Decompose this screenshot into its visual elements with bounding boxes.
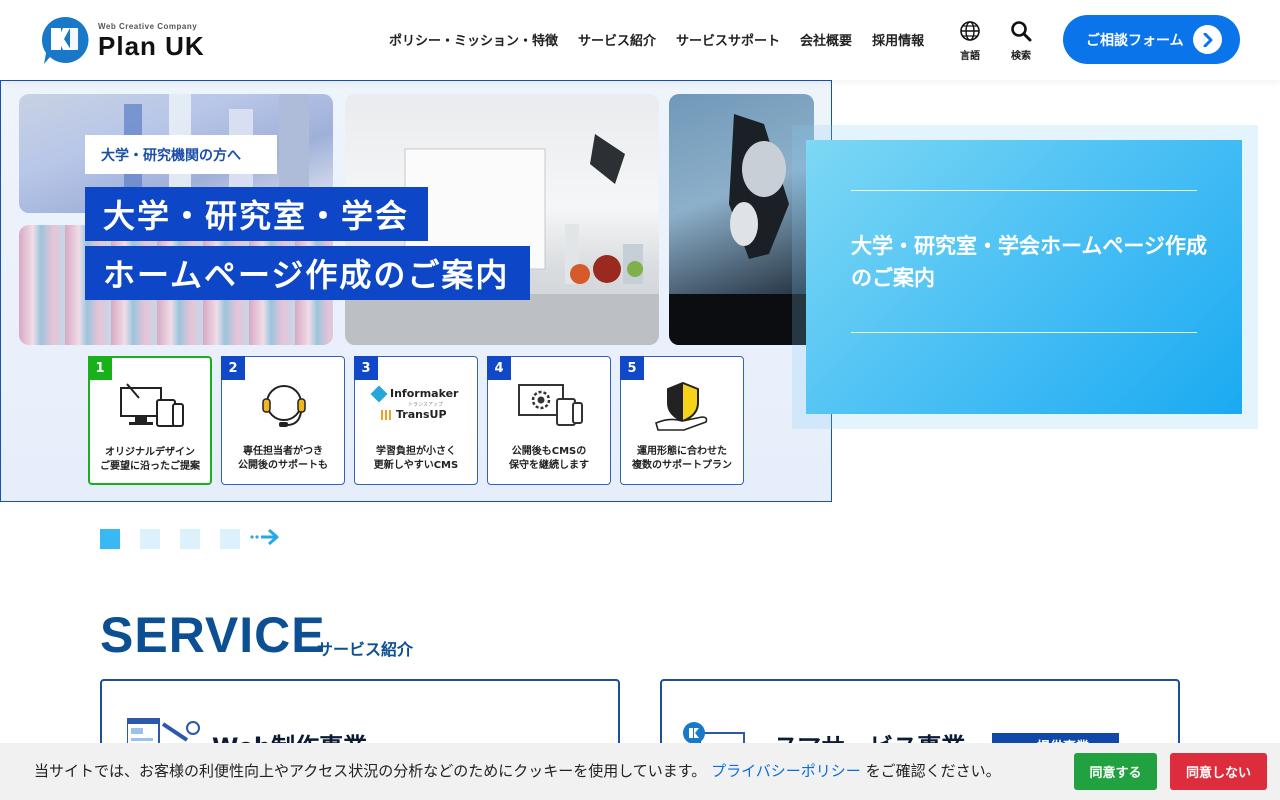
search-button[interactable]: 検索 (1001, 20, 1041, 62)
hero-slide[interactable]: 大学・研究機関の方へ 大学・研究室・学会 ホームページ作成のご案内 1 オリジナ… (0, 80, 832, 502)
divider (851, 332, 1197, 333)
service-section-title: SERVICE (100, 607, 326, 663)
site-logo[interactable]: Web Creative Company Plan UK (40, 15, 205, 65)
transup-logo-text: TransUP (396, 408, 447, 421)
cookie-agree-button[interactable]: 同意する (1074, 753, 1157, 790)
nav-item-recruit[interactable]: 採用情報 (872, 30, 924, 49)
slider-dot-4[interactable] (220, 529, 240, 549)
feature-text-line1: オリジナルデザイン (105, 447, 195, 458)
language-label: 言語 (960, 51, 980, 62)
feature-text-line2: 複数のサポートプラン (632, 460, 732, 471)
site-header: Web Creative Company Plan UK ポリシー・ミッション・… (0, 0, 1280, 80)
slider-next-button[interactable] (249, 527, 281, 551)
hero-title-line2: ホームページ作成のご案内 (85, 246, 530, 300)
informaker-logo-text: Informaker (390, 387, 459, 400)
cookie-text-after: をご確認ください。 (865, 762, 1001, 780)
logo-tagline: Web Creative Company (98, 21, 198, 31)
feature-text-line1: 公開後もCMSの (511, 446, 587, 457)
headset-icon (262, 385, 306, 427)
search-icon (1011, 21, 1032, 42)
privacy-policy-link[interactable]: プライバシーポリシー (711, 762, 861, 780)
feature-number: 5 (620, 356, 644, 380)
feature-card-5[interactable]: 5 運用形態に合わせた 複数のサポートプラン (620, 356, 744, 485)
contact-form-label: ご相談フォーム (1086, 32, 1184, 49)
main-nav: ポリシー・ミッション・特徴 サービス紹介 サービスサポート 会社概要 採用情報 (389, 30, 944, 49)
divider (851, 190, 1197, 191)
cms-logo-icon: Informaker トランスアップ TransUP (370, 385, 473, 421)
feature-text-line1: 専任担当者がつき (243, 446, 323, 457)
slider-pagination (100, 527, 281, 551)
cookie-text-before: 当サイトでは、お客様の利便性向上やアクセス状況の分析などのためにクッキーを使用し… (34, 762, 707, 780)
feature-card-1[interactable]: 1 オリジナルデザイン ご要望に沿ったご提案 (88, 356, 212, 485)
feature-number: 2 (221, 356, 245, 380)
arrow-right-icon (250, 528, 279, 546)
language-button[interactable]: 言語 (950, 20, 990, 62)
feature-text-line2: 保守を継続します (509, 460, 589, 471)
chevron-right-icon (1193, 25, 1222, 54)
shield-hand-icon (655, 381, 708, 431)
diamond-icon (370, 385, 388, 402)
slider-dot-1[interactable] (100, 529, 120, 549)
feature-text-line1: 学習負担が小さく (376, 446, 456, 457)
service-section-subtitle: サービス紹介 (317, 640, 414, 659)
slider-dot-3[interactable] (180, 529, 200, 549)
slide-caption-title: 大学・研究室・学会ホームページ作成のご案内 (851, 234, 1207, 290)
nav-item-services[interactable]: サービス紹介 (578, 30, 656, 49)
nav-item-company[interactable]: 会社概要 (800, 30, 852, 49)
feature-text-line2: ご要望に沿ったご提案 (100, 461, 200, 472)
feature-number: 3 (354, 356, 378, 380)
feature-card-3[interactable]: 3 Informaker トランスアップ TransUP 学習負担が小さく 更新し… (354, 356, 478, 485)
feature-text-line1: 運用形態に合わせた (637, 446, 727, 457)
feature-card-4[interactable]: 4 公開後もCMSの 保守を継続します (487, 356, 611, 485)
nav-item-support[interactable]: サービスサポート (676, 30, 780, 49)
hero-title-line1: 大学・研究室・学会 (85, 187, 428, 241)
slider-dot-2[interactable] (140, 529, 160, 549)
cookie-deny-button[interactable]: 同意しない (1170, 753, 1267, 790)
feature-text-line2: 更新しやすいCMS (373, 460, 459, 471)
cookie-message: 当サイトでは、お客様の利便性向上やアクセス状況の分析などのためにクッキーを使用し… (34, 760, 1001, 781)
search-label: 検索 (1011, 51, 1031, 62)
gear-devices-icon (518, 384, 583, 426)
feature-text-line2: 公開後のサポートも (238, 460, 328, 471)
nav-item-policy[interactable]: ポリシー・ミッション・特徴 (389, 30, 558, 49)
logo-name: Plan UK (98, 30, 205, 61)
cookie-consent-bar: 当サイトでは、お客様の利便性向上やアクセス状況の分析などのためにクッキーを使用し… (0, 743, 1280, 800)
contact-form-button[interactable]: ご相談フォーム (1063, 15, 1240, 64)
feature-number: 1 (88, 356, 112, 380)
bars-icon (381, 409, 393, 420)
hero-sub-label: 大学・研究機関の方へ (85, 135, 277, 174)
feature-card-2[interactable]: 2 専任担当者がつき 公開後のサポートも (221, 356, 345, 485)
logo-mark-icon (40, 15, 90, 65)
slide-caption-panel[interactable]: 大学・研究室・学会ホームページ作成のご案内 (806, 140, 1242, 414)
feature-number: 4 (487, 356, 511, 380)
globe-icon (960, 21, 980, 41)
transup-ruby: トランスアップ (408, 402, 443, 408)
devices-icon (120, 383, 184, 427)
